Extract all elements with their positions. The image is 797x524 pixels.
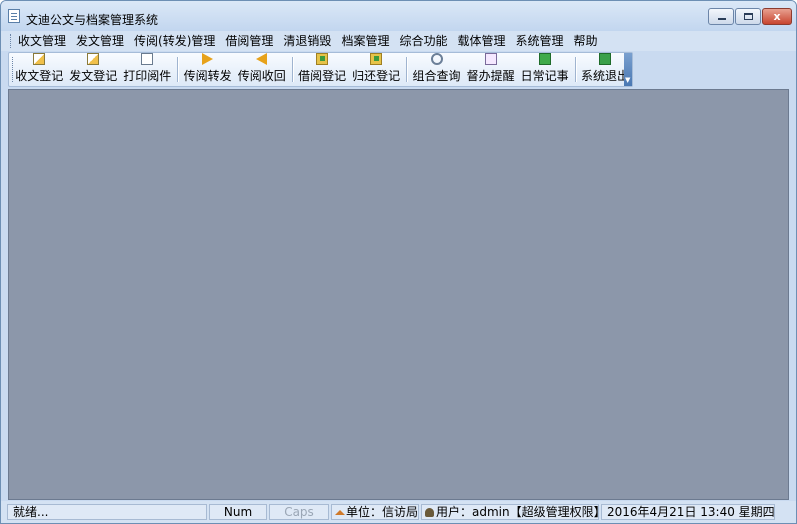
toolbar-button-1-1[interactable]: 传阅收回 — [235, 53, 289, 86]
house-icon — [335, 510, 345, 515]
minimize-button[interactable] — [708, 8, 734, 25]
pen-icon — [87, 53, 100, 65]
menu-item-0[interactable]: 收文管理 — [18, 33, 71, 49]
menu-grip[interactable] — [10, 34, 12, 48]
toolbar-button-label: 传阅转发 — [183, 69, 232, 83]
toolbar: 收文登记 发文登记 打印阅件 传阅转发 传阅收回 借阅登记 归还登记 组合查询 督办提醒 日常记事… — [8, 52, 633, 87]
toolbar-button-label: 系统退出 — [581, 69, 630, 83]
status-unit: 单位：信访局 — [331, 504, 419, 520]
toolbar-button-label: 归还登记 — [352, 69, 401, 83]
toolbar-button-3-1[interactable]: 督办提醒 — [464, 53, 518, 86]
toolbar-button-0-0[interactable]: 收文登记 — [12, 53, 66, 86]
toolbar-button-label: 日常记事 — [520, 69, 569, 83]
toolbar-overflow-button[interactable]: ▼ — [624, 53, 632, 86]
status-unit-text: 单位：信访局 — [346, 505, 419, 519]
close-button[interactable]: x — [762, 8, 792, 25]
folder-icon — [316, 53, 329, 65]
status-num: Num — [209, 504, 267, 520]
exit-icon — [599, 53, 611, 65]
toolbar-button-label: 借阅登记 — [298, 69, 347, 83]
menu-list: 收文管理 发文管理 传阅(转发)管理 借阅管理 清退销毁 档案管理 综合功能 载体管理 系统管理… — [18, 33, 603, 49]
window-title: 文迪公文与档案管理系统 — [26, 13, 159, 27]
toolbar-button-label: 组合查询 — [412, 69, 461, 83]
arrow-left-icon — [256, 53, 268, 65]
app-document-icon — [8, 9, 20, 23]
menu-item-4[interactable]: 清退销毁 — [278, 33, 336, 49]
menu-item-8[interactable]: 系统管理 — [510, 33, 568, 49]
document-icon — [141, 53, 154, 65]
status-user-text: 用户：admin【超级管理权限】 — [436, 505, 606, 519]
toolbar-button-2-0[interactable]: 借阅登记 — [295, 53, 349, 86]
status-bar: 就绪... Num Caps 单位：信访局 用户：admin【超级管理权限】 2… — [1, 501, 796, 523]
toolbar-button-label: 督办提醒 — [466, 69, 515, 83]
status-caps: Caps — [269, 504, 329, 520]
minimize-icon — [718, 18, 726, 20]
menu-item-3[interactable]: 借阅管理 — [220, 33, 278, 49]
pen-icon — [33, 53, 46, 65]
search-icon — [430, 53, 443, 65]
menu-item-1[interactable]: 发文管理 — [71, 33, 129, 49]
maximize-button[interactable] — [735, 8, 761, 25]
close-icon: x — [773, 10, 781, 23]
status-datetime: 2016年4月21日 13:40 星期四 — [601, 504, 775, 520]
user-icon — [425, 508, 434, 517]
toolbar-button-label: 传阅收回 — [237, 69, 286, 83]
maximize-icon — [744, 13, 753, 20]
toolbar-button-3-2[interactable]: 日常记事 — [518, 53, 572, 86]
toolbar-button-1-0[interactable]: 传阅转发 — [181, 53, 235, 86]
toolbar-button-0-2[interactable]: 打印阅件 — [120, 53, 174, 86]
arrow-right-icon — [202, 53, 214, 65]
toolbar-button-0-1[interactable]: 发文登记 — [66, 53, 120, 86]
toolbar-grip[interactable] — [9, 53, 14, 86]
toolbar-button-3-0[interactable]: 组合查询 — [410, 53, 464, 86]
notebook-icon — [538, 53, 551, 65]
window-controls: x — [707, 8, 792, 25]
reminder-icon — [484, 53, 497, 65]
menu-bar: 收文管理 发文管理 传阅(转发)管理 借阅管理 清退销毁 档案管理 综合功能 载体管理 系统管理… — [1, 31, 796, 51]
status-user: 用户：admin【超级管理权限】 — [421, 504, 606, 520]
toolbar-button-label: 打印阅件 — [123, 69, 172, 83]
chevron-down-icon: ▼ — [625, 76, 631, 84]
status-ready: 就绪... — [7, 504, 207, 520]
main-window: 文迪公文与档案管理系统 x 收文管理 发文管理 传阅(转发)管理 借阅管理 清退销毁 档案… — [0, 0, 797, 524]
toolbar-button-2-1[interactable]: 归还登记 — [349, 53, 403, 86]
toolbar-button-label: 发文登记 — [69, 69, 118, 83]
mdi-workspace[interactable] — [8, 89, 789, 500]
menu-item-6[interactable]: 综合功能 — [394, 33, 452, 49]
title-bar[interactable]: 文迪公文与档案管理系统 x — [1, 1, 796, 31]
menu-item-5[interactable]: 档案管理 — [336, 33, 394, 49]
menu-item-2[interactable]: 传阅(转发)管理 — [129, 33, 220, 49]
toolbar-button-label: 收文登记 — [15, 69, 64, 83]
folder-icon — [370, 53, 383, 65]
menu-item-7[interactable]: 载体管理 — [452, 33, 510, 49]
menu-item-9[interactable]: 帮助 — [569, 33, 603, 49]
